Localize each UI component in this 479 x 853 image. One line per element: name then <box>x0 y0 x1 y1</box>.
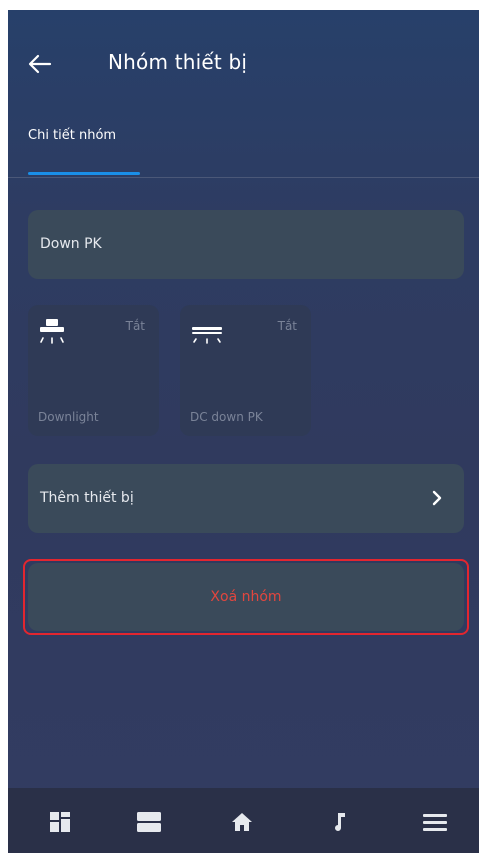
rooms-icon[interactable] <box>136 810 161 834</box>
back-arrow-icon[interactable] <box>26 50 54 78</box>
downlight-icon <box>38 317 66 351</box>
ceiling-light-icon <box>190 317 222 351</box>
chevron-right-icon <box>432 490 442 506</box>
device-name: DC down PK <box>190 410 263 424</box>
home-icon[interactable] <box>230 810 254 834</box>
dashboard-icon[interactable] <box>48 810 72 834</box>
tab-active-indicator <box>28 172 140 175</box>
device-card-dc-down-pk[interactable]: Tắt DC down PK <box>180 305 311 436</box>
add-device-row[interactable]: Thêm thiết bị <box>28 464 464 533</box>
device-state: Tắt <box>125 319 145 333</box>
music-icon[interactable] <box>328 810 352 834</box>
header: Nhóm thiết bị <box>8 10 479 122</box>
app-screen: Nhóm thiết bị Chi tiết nhóm Down PK Tắt … <box>8 10 479 853</box>
tab-group-details[interactable]: Chi tiết nhóm <box>28 128 116 143</box>
device-name: Downlight <box>38 410 99 424</box>
menu-icon[interactable] <box>422 810 447 834</box>
device-state: Tắt <box>277 319 297 333</box>
tab-divider <box>8 177 479 178</box>
add-device-label: Thêm thiết bị <box>40 490 134 506</box>
delete-group-button[interactable]: Xoá nhóm <box>28 563 464 631</box>
device-card-downlight[interactable]: Tắt Downlight <box>28 305 159 436</box>
bottom-nav <box>8 788 479 853</box>
group-name-field[interactable]: Down PK <box>28 210 464 279</box>
page-title: Nhóm thiết bị <box>108 50 248 74</box>
